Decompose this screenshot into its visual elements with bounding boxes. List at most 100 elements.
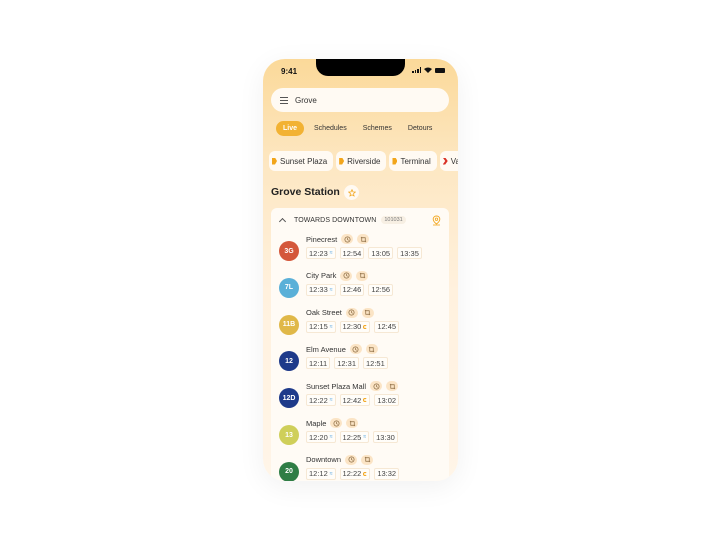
scheduled-icon [363, 398, 368, 403]
time-value: 12:20 [309, 432, 328, 442]
clock-icon [373, 383, 380, 390]
route-map-button[interactable] [361, 307, 374, 318]
route-icon [359, 273, 366, 279]
departure-time[interactable]: 12:11 [306, 357, 331, 370]
timetable-button[interactable] [340, 270, 353, 281]
chevron-up-icon[interactable] [278, 217, 287, 226]
time-value: 12:22 [342, 469, 362, 479]
realtime-icon: ≈ [363, 434, 367, 440]
favorite-chip[interactable]: Sunset Plaza [269, 151, 334, 171]
realtime-icon: ≈ [329, 286, 333, 293]
map-pin-icon[interactable] [432, 215, 441, 226]
time-value: 13:30 [376, 432, 395, 442]
departure-time[interactable]: 12:22 [339, 467, 371, 480]
departure-time[interactable]: 12:15 ≈ [306, 320, 336, 333]
time-value: 12:11 [309, 358, 328, 368]
favorite-chip[interactable]: Terminal [389, 151, 437, 171]
route-row[interactable]: 12 Elm Avenue 12:11 12:31 12:51 [279, 344, 444, 380]
phone-screen: 9:41 Live Schedules Schemes Detours Suns… [263, 59, 458, 481]
route-map-button[interactable] [361, 454, 374, 465]
direction-header[interactable]: TOWARDS DOWNTOWN 101031 [271, 208, 449, 232]
flag-icon [442, 157, 448, 165]
departure-time[interactable]: 12:54 [339, 247, 365, 259]
time-value: 12:46 [342, 285, 362, 295]
route-row[interactable]: 13 Maple 12:20 ≈12:25 ≈13:30 [279, 418, 444, 454]
route-row[interactable]: 20 Downtown 12:12 ≈ 12:22 13:32 [279, 454, 444, 481]
departure-time[interactable]: 13:35 [397, 247, 422, 259]
route-badge: 7L [279, 277, 299, 298]
departure-time[interactable]: 13:02 [374, 394, 400, 407]
favorite-chip[interactable]: Valley [439, 151, 458, 171]
route-badge: 3G [279, 241, 299, 261]
departure-time[interactable]: 12:20 ≈ [306, 431, 336, 443]
timetable-button[interactable] [345, 454, 358, 465]
route-badge: 11B [279, 314, 299, 335]
departure-time[interactable]: 12:23 ≈ [306, 247, 336, 259]
time-value: 12:30 [342, 322, 362, 332]
notch [316, 59, 405, 76]
departure-time[interactable]: 12:25 ≈ [339, 431, 370, 443]
realtime-icon: ≈ [329, 250, 333, 256]
route-icon [349, 420, 356, 426]
timetable-button[interactable] [330, 418, 343, 428]
destination-name: City Park [306, 271, 337, 281]
route-icon [364, 457, 370, 463]
timetable-button[interactable] [345, 307, 358, 318]
departure-time[interactable]: 12:51 [363, 357, 388, 370]
departure-time[interactable]: 12:31 [334, 357, 359, 370]
route-row[interactable]: 7L City Park 12:33 ≈ 12:46 12:56 [279, 270, 444, 307]
route-map-button[interactable] [386, 381, 399, 392]
destination-name: Pinecrest [306, 234, 338, 244]
departure-time[interactable]: 12:30 [339, 320, 371, 333]
route-icon [389, 383, 395, 389]
time-value: 12:15 [309, 322, 328, 332]
tab-live[interactable]: Live [276, 121, 305, 136]
favorite-chip[interactable]: Riverside [336, 151, 387, 171]
route-map-button[interactable] [346, 418, 359, 428]
flag-icon [272, 157, 277, 165]
flag-icon [392, 157, 398, 165]
clock-icon [348, 309, 355, 316]
tab-schemes[interactable]: Schemes [357, 121, 398, 136]
destination-name: Downtown [306, 455, 342, 465]
menu-icon[interactable] [280, 96, 288, 104]
route-destination-line: Elm Avenue [306, 344, 378, 355]
departure-time[interactable]: 12:46 [339, 283, 365, 296]
departure-time[interactable]: 13:32 [374, 467, 400, 480]
route-destination-line: Sunset Plaza Mall [306, 381, 399, 392]
departure-time[interactable]: 12:42 [339, 394, 371, 407]
route-map-button[interactable] [365, 344, 378, 355]
route-row[interactable]: 11B Oak Street 12:15 ≈ 12:30 12:45 [279, 307, 444, 344]
route-map-button[interactable] [357, 234, 370, 244]
departure-time[interactable]: 12:45 [374, 320, 400, 333]
departure-times: 12:33 ≈ 12:46 12:56 [306, 283, 394, 296]
timetable-button[interactable] [341, 234, 354, 244]
time-value: 12:56 [371, 285, 391, 295]
route-row[interactable]: 12D Sunset Plaza Mall 12:22 ≈12:42 13:02 [279, 381, 444, 417]
departure-times: 12:22 ≈12:42 13:02 [306, 394, 400, 407]
route-destination-line: Pinecrest [306, 234, 370, 244]
time-value: 12:22 [309, 395, 328, 405]
route-destination-line: Oak Street [306, 307, 374, 318]
route-map-button[interactable] [356, 270, 369, 281]
search-input[interactable] [295, 95, 435, 105]
destination-name: Elm Avenue [306, 344, 346, 354]
timetable-button[interactable] [349, 344, 362, 355]
departure-time[interactable]: 13:05 [368, 247, 394, 259]
departure-time[interactable]: 12:56 [368, 283, 394, 296]
departure-time[interactable]: 12:22 ≈ [306, 394, 336, 407]
tab-detours[interactable]: Detours [402, 121, 439, 136]
timetable-button[interactable] [370, 381, 383, 392]
clock-icon [333, 420, 340, 426]
time-value: 13:05 [371, 248, 391, 258]
time-value: 12:51 [366, 358, 385, 368]
route-destination-line: Maple [306, 418, 359, 428]
departure-time[interactable]: 12:33 ≈ [306, 283, 336, 296]
route-destination-line: City Park [306, 270, 369, 281]
route-badge: 20 [279, 461, 299, 481]
route-row[interactable]: 3G Pinecrest 12:23 ≈12:54 13:05 13:35 [279, 234, 444, 270]
departure-time[interactable]: 12:12 ≈ [306, 467, 336, 480]
favorite-star-button[interactable] [344, 185, 359, 200]
tab-schedules[interactable]: Schedules [308, 121, 353, 136]
departure-time[interactable]: 13:30 [373, 431, 398, 443]
